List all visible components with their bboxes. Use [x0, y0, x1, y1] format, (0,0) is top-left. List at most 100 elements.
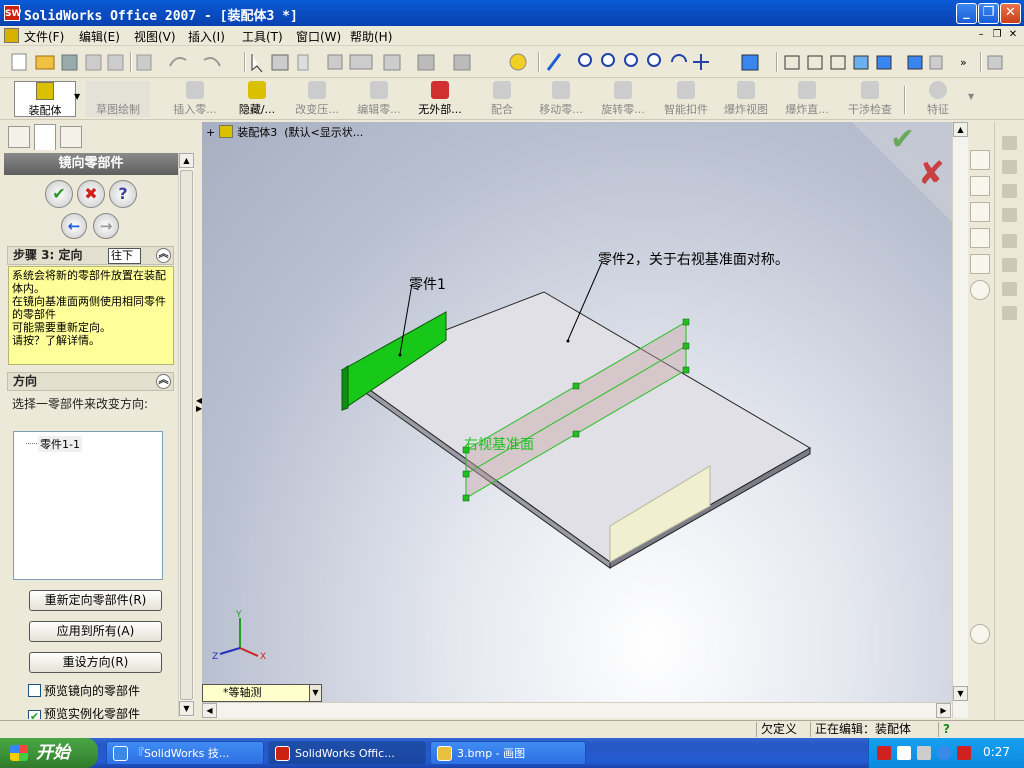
- menu-help[interactable]: 帮助(H): [350, 28, 392, 45]
- macro-icon[interactable]: [1002, 160, 1017, 174]
- right-plane-label[interactable]: 右视基准面: [464, 434, 534, 454]
- collapse-icon[interactable]: ︽: [156, 248, 171, 263]
- taskbar-button-browser[interactable]: 『SolidWorks 技...: [106, 741, 264, 765]
- scroll-right-icon[interactable]: ▶: [936, 703, 951, 718]
- property-manager-tab[interactable]: [34, 124, 56, 150]
- file-explorer-icon[interactable]: [970, 202, 990, 222]
- preview-instanced-checkbox[interactable]: ✔ 预览实例化零部件: [28, 705, 140, 719]
- mate-button[interactable]: 配合: [480, 81, 524, 117]
- insert-component-button[interactable]: 插入零...: [164, 81, 226, 117]
- scroll-down-icon[interactable]: ▼: [179, 701, 194, 716]
- document-icon[interactable]: [4, 28, 19, 43]
- view-palette-icon[interactable]: [970, 254, 990, 274]
- assembly-dropdown-icon[interactable]: ▼: [74, 82, 84, 116]
- reorient-component-button[interactable]: 重新定向零部件(R): [29, 590, 162, 611]
- step-group-header[interactable]: 步骤 3: 定向 ︽: [7, 246, 174, 265]
- scroll-left-icon[interactable]: ◀: [202, 703, 217, 718]
- part2-annotation[interactable]: 零件2，关于右视基准面对称。: [598, 249, 789, 269]
- step-back-icon[interactable]: [1002, 184, 1017, 198]
- features-button[interactable]: 特征: [918, 81, 958, 117]
- coil-icon[interactable]: [1002, 282, 1017, 296]
- part1-annotation[interactable]: 零件1: [409, 274, 446, 294]
- explode-line-button[interactable]: 爆炸直...: [778, 81, 836, 117]
- help-button[interactable]: ?: [109, 180, 137, 208]
- expand-pane-icon[interactable]: [970, 624, 990, 644]
- expand-icon[interactable]: +: [206, 126, 215, 139]
- scroll-thumb[interactable]: [180, 170, 193, 700]
- preview-mirrored-checkbox[interactable]: 预览镜向的零部件: [28, 682, 140, 699]
- feature-tree-flyout[interactable]: + 装配体3 (默认<显示状...: [206, 124, 363, 140]
- help-icon[interactable]: ?: [938, 722, 964, 737]
- interference-detection-button[interactable]: 干涉检查: [842, 81, 898, 117]
- solidworks-app-icon[interactable]: SW: [4, 5, 21, 21]
- scroll-up-icon[interactable]: ▲: [953, 122, 968, 137]
- menu-tools[interactable]: 工具(T): [242, 28, 283, 45]
- design-library-icon[interactable]: [970, 176, 990, 196]
- minimize-button[interactable]: _: [956, 3, 977, 24]
- horizontal-scrollbar[interactable]: ◀ ▶: [202, 702, 952, 718]
- record-icon[interactable]: [1002, 136, 1017, 150]
- menu-insert[interactable]: 插入(I): [188, 28, 225, 45]
- pointer-icon[interactable]: [1002, 234, 1017, 248]
- features-dropdown-icon[interactable]: ▼: [968, 92, 974, 101]
- menu-edit[interactable]: 编辑(E): [79, 28, 120, 45]
- change-suppression-button[interactable]: 改变压...: [288, 81, 346, 117]
- next-button[interactable]: →: [93, 213, 119, 239]
- configuration-manager-tab[interactable]: [60, 126, 82, 148]
- hide-show-button[interactable]: 隐藏/...: [228, 81, 286, 117]
- menu-view[interactable]: 视图(V): [134, 28, 176, 45]
- back-tray-icon[interactable]: [937, 746, 951, 760]
- speaker-icon[interactable]: [917, 746, 931, 760]
- graphics-area[interactable]: + 装配体3 (默认<显示状... 零件1 零件2，关于右视基准面对称。 右视基准…: [202, 122, 952, 702]
- step-direction-combo[interactable]: 往下: [108, 248, 141, 264]
- cancel-button[interactable]: ✖: [77, 180, 105, 208]
- vertical-scrollbar[interactable]: ▲ ▼: [952, 122, 968, 718]
- play-icon[interactable]: [1002, 208, 1017, 222]
- confirm-cancel-icon[interactable]: ✘: [918, 154, 945, 192]
- edit-component-button[interactable]: 编辑零...: [350, 81, 408, 117]
- search-icon[interactable]: [970, 228, 990, 248]
- spiral-icon[interactable]: [1002, 306, 1017, 320]
- editing-status: 正在编辑：装配体: [810, 722, 936, 737]
- maximize-button[interactable]: ❐: [978, 3, 999, 24]
- scroll-up-icon[interactable]: ▲: [179, 153, 194, 168]
- confirm-ok-icon[interactable]: ✔: [890, 122, 915, 157]
- close-button[interactable]: ✕: [1000, 3, 1021, 24]
- smart-fasteners-button[interactable]: 智能扣件: [658, 81, 714, 117]
- reset-orientation-button[interactable]: 重设方向(R): [29, 652, 162, 673]
- no-external-references-button[interactable]: 无外部...: [410, 81, 470, 117]
- apply-to-all-button[interactable]: 应用到所有(A): [29, 621, 162, 642]
- view-orientation-combo[interactable]: *等轴测 ▼: [202, 684, 322, 702]
- help-tray-icon[interactable]: [897, 746, 911, 760]
- menu-window[interactable]: 窗口(W): [296, 28, 341, 45]
- sketch-tab-button[interactable]: 草图绘制: [86, 81, 150, 117]
- exploded-view-button[interactable]: 爆炸视图: [718, 81, 774, 117]
- pm-scrollbar[interactable]: ▲ ▼: [178, 153, 194, 717]
- scroll-down-icon[interactable]: ▼: [953, 686, 968, 701]
- checkbox-box[interactable]: ✔: [28, 710, 41, 719]
- ime-icon[interactable]: [877, 746, 891, 760]
- start-button[interactable]: 开始: [0, 738, 98, 768]
- doc-close-button[interactable]: ✕: [1006, 29, 1020, 42]
- checkbox-box[interactable]: [28, 684, 41, 697]
- home-icon[interactable]: [970, 150, 990, 170]
- collapse-icon[interactable]: ︽: [156, 374, 171, 389]
- component-listbox[interactable]: 零件1-1: [13, 431, 163, 580]
- rotate-component-button[interactable]: 旋转零...: [594, 81, 652, 117]
- move-component-button[interactable]: 移动零...: [532, 81, 590, 117]
- collapse-pane-icon[interactable]: [970, 280, 990, 300]
- taskbar-button-solidworks[interactable]: SolidWorks Offic...: [268, 741, 426, 765]
- ok-button[interactable]: ✔: [45, 180, 73, 208]
- list-item[interactable]: 零件1-1: [38, 436, 82, 452]
- back-button[interactable]: ←: [61, 213, 87, 239]
- doc-restore-button[interactable]: ❐: [990, 29, 1004, 42]
- taskbar-button-paint[interactable]: 3.bmp - 画图: [430, 741, 586, 765]
- dropdown-arrow-icon[interactable]: ▼: [309, 685, 321, 701]
- antivirus-icon[interactable]: [957, 746, 971, 760]
- doc-minimize-button[interactable]: –: [974, 29, 988, 42]
- assembly-tab-button[interactable]: 装配体: [14, 81, 76, 117]
- spring-icon[interactable]: [1002, 258, 1017, 272]
- feature-manager-tab[interactable]: [8, 126, 30, 148]
- menu-file[interactable]: 文件(F): [24, 28, 64, 45]
- direction-group-header[interactable]: 方向 ︽: [7, 372, 174, 391]
